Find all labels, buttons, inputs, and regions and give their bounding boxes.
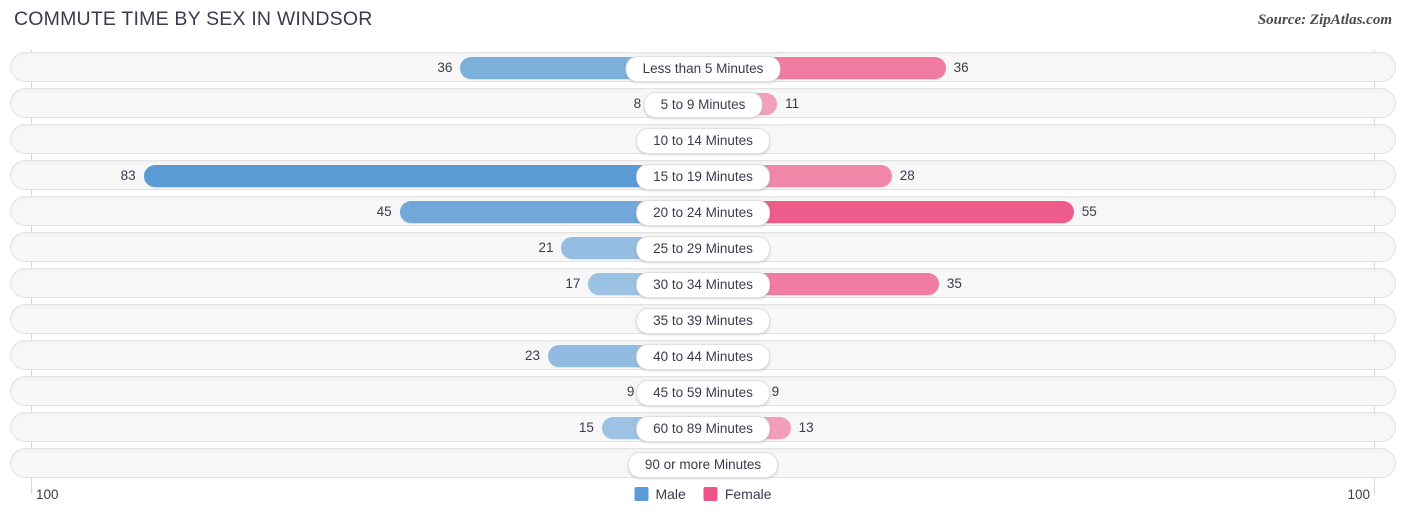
table-row[interactable]: 36 36 Less than 5 Minutes	[10, 52, 1396, 82]
value-label-male: 8	[633, 96, 642, 111]
table-row[interactable]: 83 28 15 to 19 Minutes	[10, 160, 1396, 190]
source-attribution: Source: ZipAtlas.com	[1257, 12, 1392, 28]
value-label-male: 23	[524, 348, 540, 363]
chart-footer: 100 100 Male Female	[0, 482, 1406, 514]
legend-label-male: Male	[655, 486, 686, 502]
plot-area: 36 36 Less than 5 Minutes 8 11 5 to 9 Minutes…	[10, 50, 1396, 482]
table-row[interactable]: 21525 to 29 Minutes	[10, 232, 1396, 262]
axis-label-left: 100	[36, 487, 59, 502]
category-label: 90 or more Minutes	[627, 452, 779, 478]
category-label: 15 to 19 Minutes	[636, 164, 770, 190]
category-label: 35 to 39 Minutes	[636, 308, 770, 334]
value-label-male: 3	[11, 309, 647, 331]
category-label: 5 to 9 Minutes	[643, 92, 763, 118]
value-label-male: 83	[120, 168, 136, 183]
legend: Male Female	[634, 486, 772, 502]
value-label-male: 0	[11, 453, 647, 475]
value-label-female: 28	[899, 168, 915, 183]
legend-label-female: Female	[724, 486, 772, 502]
table-row[interactable]: 8 11 5 to 9 Minutes	[10, 88, 1396, 118]
value-label-male: 36	[437, 60, 453, 75]
category-label: 40 to 44 Minutes	[636, 344, 770, 370]
table-row[interactable]: 23640 to 44 Minutes	[10, 340, 1396, 370]
bar-male[interactable]	[143, 165, 703, 187]
axis-tick-left	[31, 482, 32, 494]
table-row[interactable]: 9 9 45 to 59 Minutes	[10, 376, 1396, 406]
value-label-female: 9	[771, 384, 780, 399]
category-label: Less than 5 Minutes	[625, 56, 781, 82]
table-row[interactable]: 0890 or more Minutes	[10, 448, 1396, 478]
table-row[interactable]: 45 55 20 to 24 Minutes	[10, 196, 1396, 226]
value-label-female: 55	[1081, 204, 1097, 219]
legend-swatch-male	[634, 487, 649, 501]
legend-item-male[interactable]: Male	[634, 486, 686, 502]
value-label-female: 11	[785, 96, 800, 111]
table-row[interactable]: 17 35 30 to 34 Minutes	[10, 268, 1396, 298]
table-row[interactable]: 3335 to 39 Minutes	[10, 304, 1396, 334]
category-label: 20 to 24 Minutes	[636, 200, 770, 226]
value-label-male: 17	[565, 276, 581, 291]
value-label-female: 35	[946, 276, 962, 291]
value-label-female: 13	[798, 420, 814, 435]
category-label: 45 to 59 Minutes	[636, 380, 770, 406]
category-label: 30 to 34 Minutes	[636, 272, 770, 298]
legend-swatch-female	[703, 487, 718, 501]
category-label: 60 to 89 Minutes	[636, 416, 770, 442]
chart-container: COMMUTE TIME BY SEX IN WINDSOR Source: Z…	[0, 0, 1406, 523]
axis-tick-right	[1374, 482, 1375, 494]
value-label-male: 2	[11, 129, 647, 151]
value-label-male: 15	[578, 420, 594, 435]
table-row[interactable]: 15 13 60 to 89 Minutes	[10, 412, 1396, 442]
category-label: 25 to 29 Minutes	[636, 236, 770, 262]
value-label-male: 9	[626, 384, 635, 399]
value-label-male: 21	[538, 240, 554, 255]
value-label-male: 45	[376, 204, 392, 219]
value-label-female: 36	[953, 60, 969, 75]
axis-label-right: 100	[1347, 487, 1370, 502]
table-row[interactable]: 2510 to 14 Minutes	[10, 124, 1396, 154]
page-title: COMMUTE TIME BY SEX IN WINDSOR	[14, 8, 373, 30]
legend-item-female[interactable]: Female	[703, 486, 772, 502]
category-label: 10 to 14 Minutes	[636, 128, 770, 154]
